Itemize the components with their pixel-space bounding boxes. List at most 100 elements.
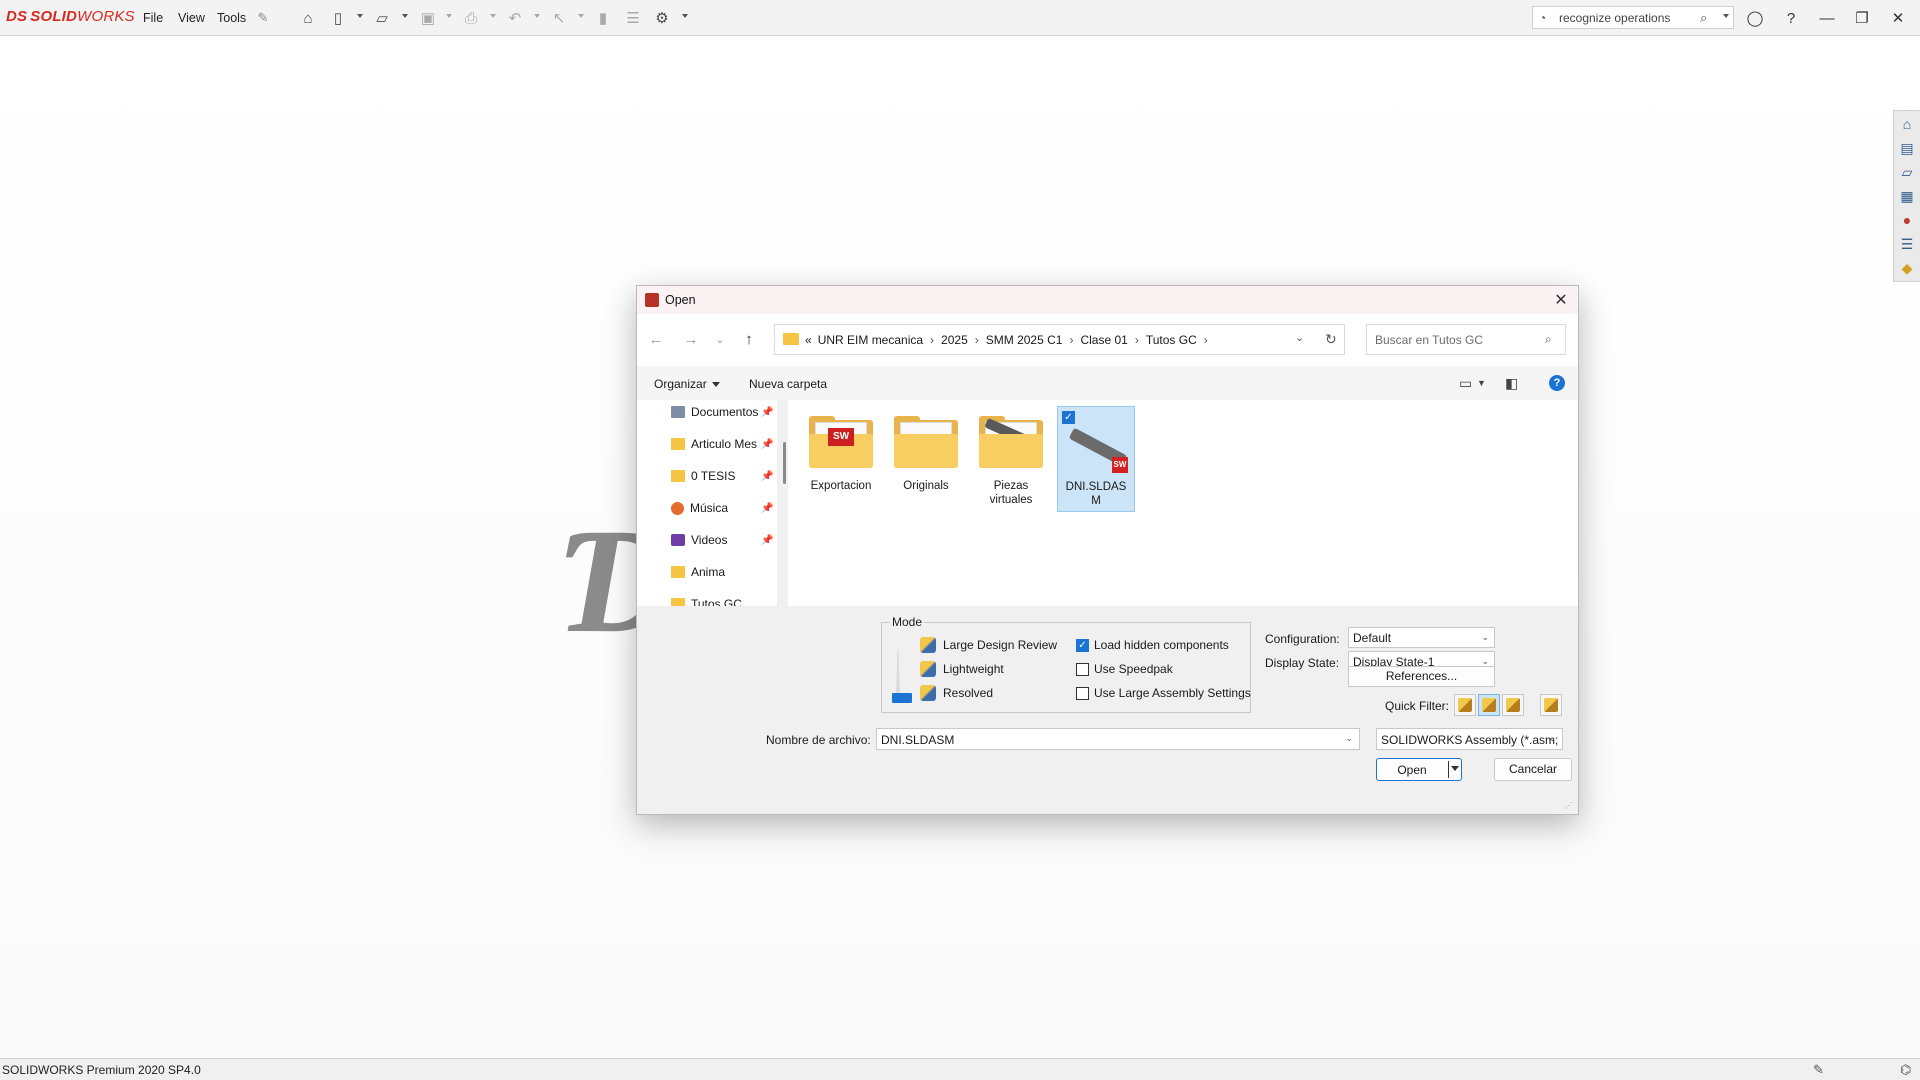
references-button[interactable]: References...: [1348, 666, 1495, 687]
appearances-icon[interactable]: ●: [1898, 211, 1916, 229]
forward-arrow-icon[interactable]: →: [682, 331, 700, 348]
breadcrumb-item[interactable]: UNR EIM mecanica: [818, 333, 923, 347]
nav-item-articulo-mes[interactable]: Articulo Mes: [671, 434, 757, 454]
address-bar[interactable]: « UNR EIM mecanica › 2025 › SMM 2025 C1 › C…: [774, 324, 1345, 355]
design-library-icon[interactable]: ▤: [1898, 139, 1916, 157]
options-dropdown-icon[interactable]: [682, 14, 688, 18]
rebuild-icon[interactable]: ▮: [593, 8, 613, 28]
file-item-exportacion[interactable]: SW Exportacion: [802, 406, 880, 512]
file-type-select[interactable]: SOLIDWORKS Assembly (*.asm; ⌄: [1376, 728, 1563, 750]
menu-file[interactable]: File: [143, 11, 163, 25]
filename-input[interactable]: DNI.SLDASM ⌄: [876, 728, 1360, 750]
view-mode-icon[interactable]: ▭: [1459, 375, 1472, 392]
nav-item-videos[interactable]: Videos: [671, 530, 727, 550]
solidworks-forum-icon[interactable]: ◆: [1898, 259, 1916, 277]
file-properties-icon[interactable]: ☰: [623, 8, 643, 28]
lightweight-icon: [920, 661, 936, 677]
select-icon[interactable]: ↖: [549, 8, 569, 28]
undo-dropdown-icon[interactable]: [534, 14, 540, 18]
file-item-originals[interactable]: Originals: [887, 406, 965, 512]
cancel-button[interactable]: Cancelar: [1494, 758, 1572, 781]
use-large-assembly-settings-checkbox[interactable]: Use Large Assembly Settings: [1076, 684, 1251, 702]
folder-icon: [671, 566, 685, 578]
filter-drawings-button[interactable]: [1502, 694, 1524, 716]
customize-status-icon[interactable]: ⌬: [1900, 1062, 1911, 1078]
solidworks-thumbnail-icon: SW: [828, 428, 854, 446]
chevron-down-icon[interactable]: ⌄: [1345, 733, 1353, 744]
solidworks-logo[interactable]: DS SOLIDWORKS: [6, 8, 135, 25]
help-icon[interactable]: ?: [1549, 375, 1565, 391]
new-dropdown-icon[interactable]: [357, 14, 363, 18]
rebuild-status-icon[interactable]: ✎: [1813, 1062, 1824, 1078]
close-icon[interactable]: ✕: [1885, 6, 1911, 30]
recent-locations-icon[interactable]: ⌄: [711, 333, 729, 346]
mode-large-design-review[interactable]: Large Design Review: [920, 636, 1057, 654]
file-item-dni-sldasm[interactable]: ✓ SW DNI.SLDASM: [1057, 406, 1135, 512]
preview-pane-icon[interactable]: ◧: [1505, 375, 1518, 392]
file-explorer-icon[interactable]: ▱: [1898, 163, 1916, 181]
nav-pane-scrollbar[interactable]: [783, 442, 786, 484]
menu-view[interactable]: View: [178, 11, 205, 25]
restore-icon[interactable]: ❐: [1849, 6, 1875, 30]
organize-button[interactable]: Organizar: [654, 377, 720, 391]
pin-icon[interactable]: ✎: [253, 8, 273, 28]
breadcrumb-item[interactable]: 2025: [941, 333, 968, 347]
open-button[interactable]: Open: [1376, 758, 1462, 781]
mode-slider-track[interactable]: [896, 649, 900, 693]
save-icon[interactable]: ▣: [418, 8, 438, 28]
open-folder-icon[interactable]: ▱: [372, 8, 392, 28]
new-document-icon[interactable]: ▯: [328, 8, 348, 28]
dialog-close-icon[interactable]: ✕: [1551, 290, 1571, 310]
assembly-file-icon: SW: [1066, 425, 1128, 475]
nav-item-tutos-gc[interactable]: Tutos GC: [671, 594, 742, 606]
mode-resolved[interactable]: Resolved: [920, 684, 993, 702]
filter-top-level-assemblies-button[interactable]: [1540, 694, 1562, 716]
breadcrumb-overflow[interactable]: «: [805, 333, 812, 347]
custom-properties-icon[interactable]: ☰: [1898, 235, 1916, 253]
minimize-icon[interactable]: —: [1814, 6, 1840, 30]
file-item-piezas-virtuales[interactable]: Piezas virtuales: [972, 406, 1050, 512]
breadcrumb-item[interactable]: Tutos GC: [1146, 333, 1197, 347]
print-icon[interactable]: ⎙: [461, 8, 481, 28]
new-folder-button[interactable]: Nueva carpeta: [749, 377, 827, 391]
search-icon[interactable]: ⌕: [1545, 332, 1552, 347]
nav-item-anima[interactable]: Anima: [671, 562, 725, 582]
open-options-dropdown-icon[interactable]: [1451, 766, 1459, 771]
nav-item-0-tesis[interactable]: 0 TESIS: [671, 466, 735, 486]
pin-icon: 📌: [761, 503, 774, 514]
nav-item-documentos[interactable]: Documentos: [671, 402, 758, 422]
undo-icon[interactable]: ↶: [505, 8, 525, 28]
home-icon[interactable]: ⌂: [298, 8, 318, 28]
mode-lightweight[interactable]: Lightweight: [920, 660, 1004, 678]
selected-checkbox[interactable]: ✓: [1062, 411, 1075, 424]
solidworks-resources-icon[interactable]: ⌂: [1898, 115, 1916, 133]
view-palette-icon[interactable]: ▦: [1898, 187, 1916, 205]
configuration-select[interactable]: Default ⌄: [1348, 627, 1495, 648]
options-gear-icon[interactable]: ⚙: [652, 8, 672, 28]
print-dropdown-icon[interactable]: [490, 14, 496, 18]
save-dropdown-icon[interactable]: [446, 14, 452, 18]
search-dropdown-icon[interactable]: [1723, 14, 1729, 18]
select-dropdown-icon[interactable]: [578, 14, 584, 18]
help-icon[interactable]: ?: [1778, 6, 1804, 30]
mode-slider-thumb[interactable]: [892, 693, 912, 703]
use-speedpak-checkbox[interactable]: Use Speedpak: [1076, 660, 1173, 678]
view-dropdown-icon[interactable]: ▼: [1477, 378, 1486, 388]
refresh-icon[interactable]: ↻: [1325, 331, 1337, 348]
back-arrow-icon[interactable]: ←: [647, 331, 665, 348]
breadcrumb-item[interactable]: Clase 01: [1080, 333, 1127, 347]
command-search-box[interactable]: ◔ recognize operations ⌕: [1532, 6, 1734, 29]
address-dropdown-icon[interactable]: ⌄: [1295, 331, 1304, 344]
filter-parts-button[interactable]: [1454, 694, 1476, 716]
breadcrumb-item[interactable]: SMM 2025 C1: [986, 333, 1063, 347]
menu-tools[interactable]: Tools: [217, 11, 246, 25]
load-hidden-components-checkbox[interactable]: ✓ Load hidden components: [1076, 636, 1229, 654]
search-icon[interactable]: ⌕: [1700, 10, 1707, 26]
filter-assemblies-button[interactable]: [1478, 694, 1500, 716]
user-account-icon[interactable]: ◯: [1742, 6, 1768, 30]
open-dropdown-icon[interactable]: [402, 14, 408, 18]
folder-search-input[interactable]: Buscar en Tutos GC ⌕: [1366, 324, 1566, 355]
nav-item-musica[interactable]: Música: [671, 498, 728, 518]
resize-grip-icon[interactable]: ⋰: [1565, 801, 1573, 810]
up-arrow-icon[interactable]: ↑: [740, 331, 758, 348]
